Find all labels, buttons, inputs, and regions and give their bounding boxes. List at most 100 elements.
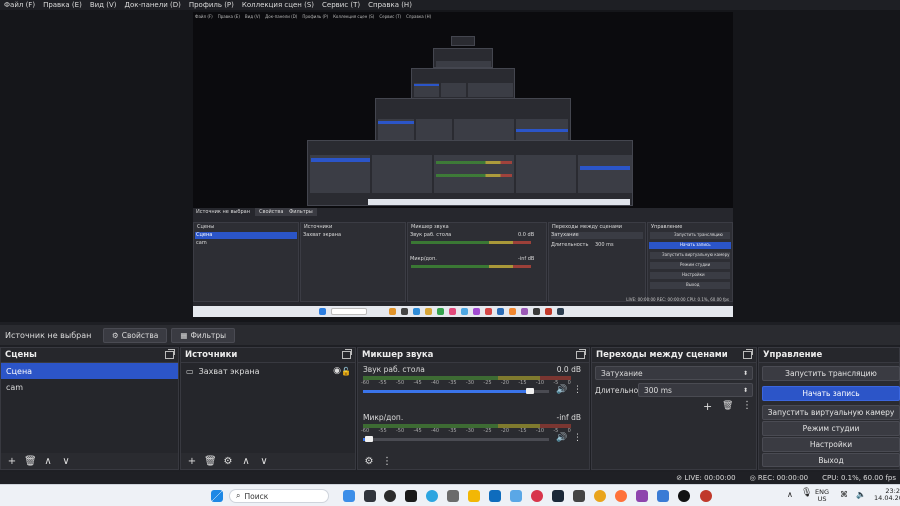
mixer-channel: Микр/доп. -inf dB -60 -55 -50 -45 -40 -35 -30-… bbox=[358, 411, 589, 459]
menu-tools[interactable]: Сервис (T) bbox=[322, 1, 360, 9]
nested-window-3 bbox=[411, 68, 515, 100]
menu-file[interactable]: Файл (F) bbox=[4, 1, 35, 9]
nested-controls-dock: Управление Запустить трансляцию Начать з… bbox=[647, 222, 733, 302]
scenes-list: Сцена cam bbox=[1, 363, 178, 453]
menu-scene-collection[interactable]: Коллекция сцен (S) bbox=[242, 1, 314, 9]
transition-select[interactable]: Затухание ⬍ bbox=[595, 366, 753, 380]
start-recording-button[interactable]: Начать запись bbox=[762, 386, 900, 401]
add-icon[interactable]: + bbox=[6, 456, 18, 467]
live-status: ⊘ LIVE: 00:00:00 bbox=[676, 474, 736, 482]
trash-icon[interactable]: 🗑 bbox=[722, 401, 733, 411]
scenes-footer: + 🗑 ∧ ∨ bbox=[1, 453, 178, 469]
settings-button[interactable]: Настройки bbox=[762, 437, 900, 452]
volume-slider[interactable] bbox=[363, 388, 549, 394]
speaker-icon[interactable]: 🔊 bbox=[556, 433, 567, 443]
transitions-title: Переходы между сценами bbox=[596, 350, 728, 360]
trash-icon[interactable]: 🗑 bbox=[24, 456, 37, 467]
properties-button[interactable]: ⚙ Свойства bbox=[103, 327, 168, 343]
move-down-icon[interactable]: ∨ bbox=[258, 456, 270, 467]
nested-scenes-dock: Сцены Сцена cam bbox=[193, 222, 299, 302]
app-icon[interactable] bbox=[489, 490, 501, 502]
sources-title: Источники bbox=[185, 350, 238, 360]
channel-db: 0.0 dB bbox=[556, 365, 581, 374]
telegram-icon[interactable] bbox=[426, 490, 438, 502]
start-virtual-camera-button[interactable]: Запустить виртуальную камеру bbox=[762, 405, 900, 420]
filters-button[interactable]: ▦ Фильтры bbox=[171, 327, 236, 343]
app-icon[interactable] bbox=[594, 490, 606, 502]
source-item[interactable]: ▭ Захват экрана ◉ 🔓 bbox=[181, 363, 355, 379]
controls-dock: Управление Запустить трансляцию Начать з… bbox=[758, 347, 900, 470]
duration-input[interactable]: 300 ms ⬍ bbox=[638, 383, 753, 397]
more-options-icon[interactable]: ⋮ bbox=[573, 433, 582, 443]
network-icon[interactable]: ⌘ bbox=[840, 491, 848, 499]
edge-icon[interactable] bbox=[343, 490, 355, 502]
lock-icon[interactable]: 🔓 bbox=[341, 367, 351, 376]
move-up-icon[interactable]: ∧ bbox=[240, 456, 252, 467]
app-icon[interactable] bbox=[657, 490, 669, 502]
more-options-icon[interactable]: ⋮ bbox=[742, 400, 752, 411]
app-icon[interactable] bbox=[573, 490, 585, 502]
status-bar: ⊘ LIVE: 00:00:00 ◎ REC: 00:00:00 CPU: 0.… bbox=[0, 472, 900, 484]
nested-menu: Файл (F) Правка (E) Вид (V) Док-панели (… bbox=[195, 14, 432, 19]
menu-edit[interactable]: Правка (E) bbox=[43, 1, 82, 9]
preview-canvas[interactable]: Файл (F) Правка (E) Вид (V) Док-панели (… bbox=[193, 12, 733, 317]
menu-profile[interactable]: Профиль (P) bbox=[189, 1, 234, 9]
folder-icon[interactable] bbox=[468, 490, 480, 502]
move-down-icon[interactable]: ∨ bbox=[60, 456, 72, 467]
undock-icon[interactable] bbox=[342, 349, 352, 359]
app-icon[interactable] bbox=[510, 490, 522, 502]
sources-footer: + 🗑 ⚙ ∧ ∨ bbox=[181, 453, 355, 469]
speaker-icon[interactable]: 🔈 bbox=[856, 491, 866, 499]
pycharm-icon[interactable] bbox=[405, 490, 417, 502]
clock[interactable]: 23:2 14.04.202 bbox=[874, 488, 900, 502]
add-icon[interactable]: + bbox=[186, 456, 198, 467]
start-streaming-button[interactable]: Запустить трансляцию bbox=[762, 366, 900, 381]
more-options-icon[interactable]: ⋮ bbox=[381, 456, 393, 467]
exit-button[interactable]: Выход bbox=[762, 453, 900, 467]
advanced-audio-icon[interactable]: ⚙ bbox=[363, 456, 375, 467]
meter-scale: -60 -55 -50 -45 -40 -35 -30 -25 -20 -15 -10 -5 0 bbox=[361, 380, 571, 386]
windows-start-icon[interactable] bbox=[211, 490, 223, 502]
no-source-label: Источник не выбран bbox=[5, 330, 92, 340]
app-icon[interactable] bbox=[447, 490, 459, 502]
audio-mixer-dock: Микшер звука Звук раб. стола 0.0 dB -60-… bbox=[357, 347, 590, 470]
volume-slider[interactable] bbox=[363, 436, 549, 442]
trash-icon[interactable]: 🗑 bbox=[204, 456, 217, 467]
eye-icon[interactable]: ◉ bbox=[333, 366, 341, 376]
app-icon[interactable] bbox=[364, 490, 376, 502]
scene-item[interactable]: Сцена bbox=[1, 363, 178, 379]
controls-title: Управление bbox=[763, 350, 823, 360]
gear-icon[interactable]: ⚙ bbox=[222, 456, 234, 467]
scenes-dock: Сцены Сцена cam + 🗑 ∧ ∨ bbox=[0, 347, 179, 470]
more-options-icon[interactable]: ⋮ bbox=[573, 385, 582, 395]
app-icon[interactable] bbox=[636, 490, 648, 502]
app-icon[interactable] bbox=[531, 490, 543, 502]
undock-icon[interactable] bbox=[576, 349, 586, 359]
firefox-icon[interactable] bbox=[615, 490, 627, 502]
speaker-icon[interactable]: 🔊 bbox=[556, 385, 567, 395]
filter-icon: ▦ bbox=[180, 330, 188, 340]
app-icon[interactable] bbox=[384, 490, 396, 502]
sources-dock: Источники ▭ Захват экрана ◉ 🔓 + 🗑 ⚙ ∧ ∨ bbox=[180, 347, 356, 470]
steam-icon[interactable] bbox=[552, 490, 564, 502]
move-up-icon[interactable]: ∧ bbox=[42, 456, 54, 467]
nested-mixer-dock: Микшер звука Звук раб. стола 0.0 dB Микр… bbox=[407, 222, 547, 302]
monitor-icon: ▭ bbox=[186, 366, 194, 376]
menu-view[interactable]: Вид (V) bbox=[90, 1, 117, 9]
menu-help[interactable]: Справка (H) bbox=[368, 1, 412, 9]
nested-window-1 bbox=[307, 140, 633, 206]
menu-docks[interactable]: Док-панели (D) bbox=[124, 1, 180, 9]
chevron-up-icon[interactable]: ∧ bbox=[787, 491, 793, 499]
language-indicator[interactable]: ENG US bbox=[815, 489, 829, 503]
undock-icon[interactable] bbox=[165, 349, 175, 359]
taskbar-search[interactable]: ⌕ Поиск bbox=[229, 489, 329, 503]
scene-item[interactable]: cam bbox=[1, 379, 178, 395]
studio-mode-button[interactable]: Режим студии bbox=[762, 421, 900, 436]
undock-icon[interactable] bbox=[743, 349, 753, 359]
obs-icon[interactable] bbox=[678, 490, 690, 502]
microphone-icon[interactable]: 🎙 bbox=[801, 489, 812, 498]
mixer-footer: ⚙ ⋮ bbox=[358, 453, 589, 469]
app-icon[interactable] bbox=[700, 490, 712, 502]
add-icon[interactable]: + bbox=[703, 400, 712, 413]
spin-arrows-icon: ⬍ bbox=[742, 369, 748, 377]
